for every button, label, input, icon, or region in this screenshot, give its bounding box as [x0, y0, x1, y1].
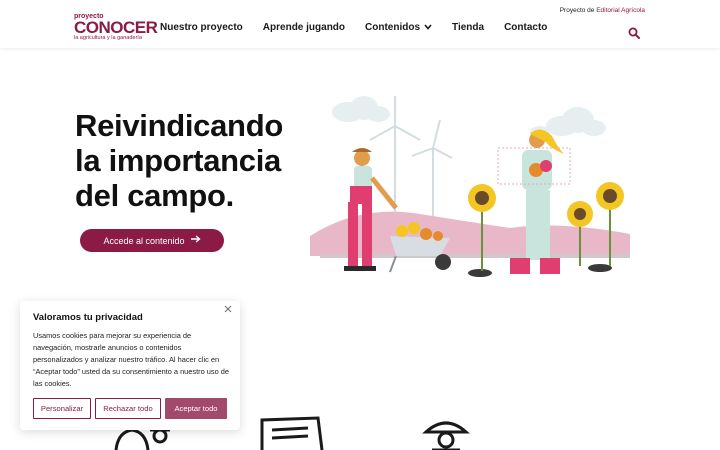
nav-item-label: Contenidos	[365, 22, 421, 33]
access-content-button[interactable]: Accede al contenido	[80, 229, 224, 252]
accept-all-button[interactable]: Aceptar todo	[165, 398, 227, 419]
hero-title: Reivindicando la importancia del campo.	[75, 108, 325, 213]
hero-title-line-2: la importancia	[75, 143, 281, 178]
nav-item-nuestro-proyecto[interactable]: Nuestro proyecto	[160, 22, 243, 34]
main-nav: Nuestro proyecto Aprende jugando Conteni…	[160, 22, 567, 34]
reject-all-button[interactable]: Rechazar todo	[95, 398, 161, 419]
nav-item-label: Contacto	[504, 22, 548, 33]
editorial-link[interactable]: Editorial Agrícola	[596, 7, 645, 14]
cookie-title: Valoramos tu privacidad	[33, 312, 143, 323]
hero-title-line-3: del campo.	[75, 178, 234, 213]
farmer-icon	[114, 428, 170, 450]
farmers-illustration	[300, 86, 640, 301]
nav-item-label: Aprende jugando	[262, 22, 346, 33]
close-icon[interactable]	[224, 305, 232, 315]
site-header: proyecto CONOCER la agricultura y la gan…	[0, 0, 720, 48]
logo[interactable]: proyecto CONOCER la agricultura y la gan…	[74, 13, 158, 41]
search-icon[interactable]	[628, 26, 640, 39]
newspaper-icon	[260, 416, 324, 450]
project-by: Proyecto de Editorial Agrícola	[560, 7, 645, 14]
nav-item-tienda[interactable]: Tienda	[452, 22, 484, 34]
nav-item-label: Tienda	[452, 22, 485, 33]
page: proyecto CONOCER la agricultura y la gan…	[0, 0, 720, 450]
project-by-prefix: Proyecto de	[559, 7, 595, 14]
nav-item-label: Nuestro proyecto	[160, 22, 243, 33]
arrow-right-icon	[190, 235, 201, 246]
farmer-hat-icon	[422, 421, 470, 450]
chevron-down-icon	[424, 22, 432, 34]
cookie-banner: Valoramos tu privacidad Usamos cookies p…	[20, 301, 240, 430]
logo-tagline: la agricultura y la ganadería	[74, 35, 142, 41]
cookie-buttons: Personalizar Rechazar todo Aceptar todo	[33, 398, 227, 419]
hero-title-line-1: Reivindicando	[75, 108, 283, 143]
cta-label: Accede al contenido	[103, 235, 185, 246]
nav-item-contenidos[interactable]: Contenidos	[365, 22, 432, 34]
nav-item-contacto[interactable]: Contacto	[504, 22, 547, 34]
cookie-text: Usamos cookies para mejorar su experienc…	[33, 331, 229, 388]
nav-item-aprende-jugando[interactable]: Aprende jugando	[263, 22, 345, 34]
customize-button[interactable]: Personalizar	[33, 398, 91, 419]
cloud-icon	[332, 96, 606, 138]
